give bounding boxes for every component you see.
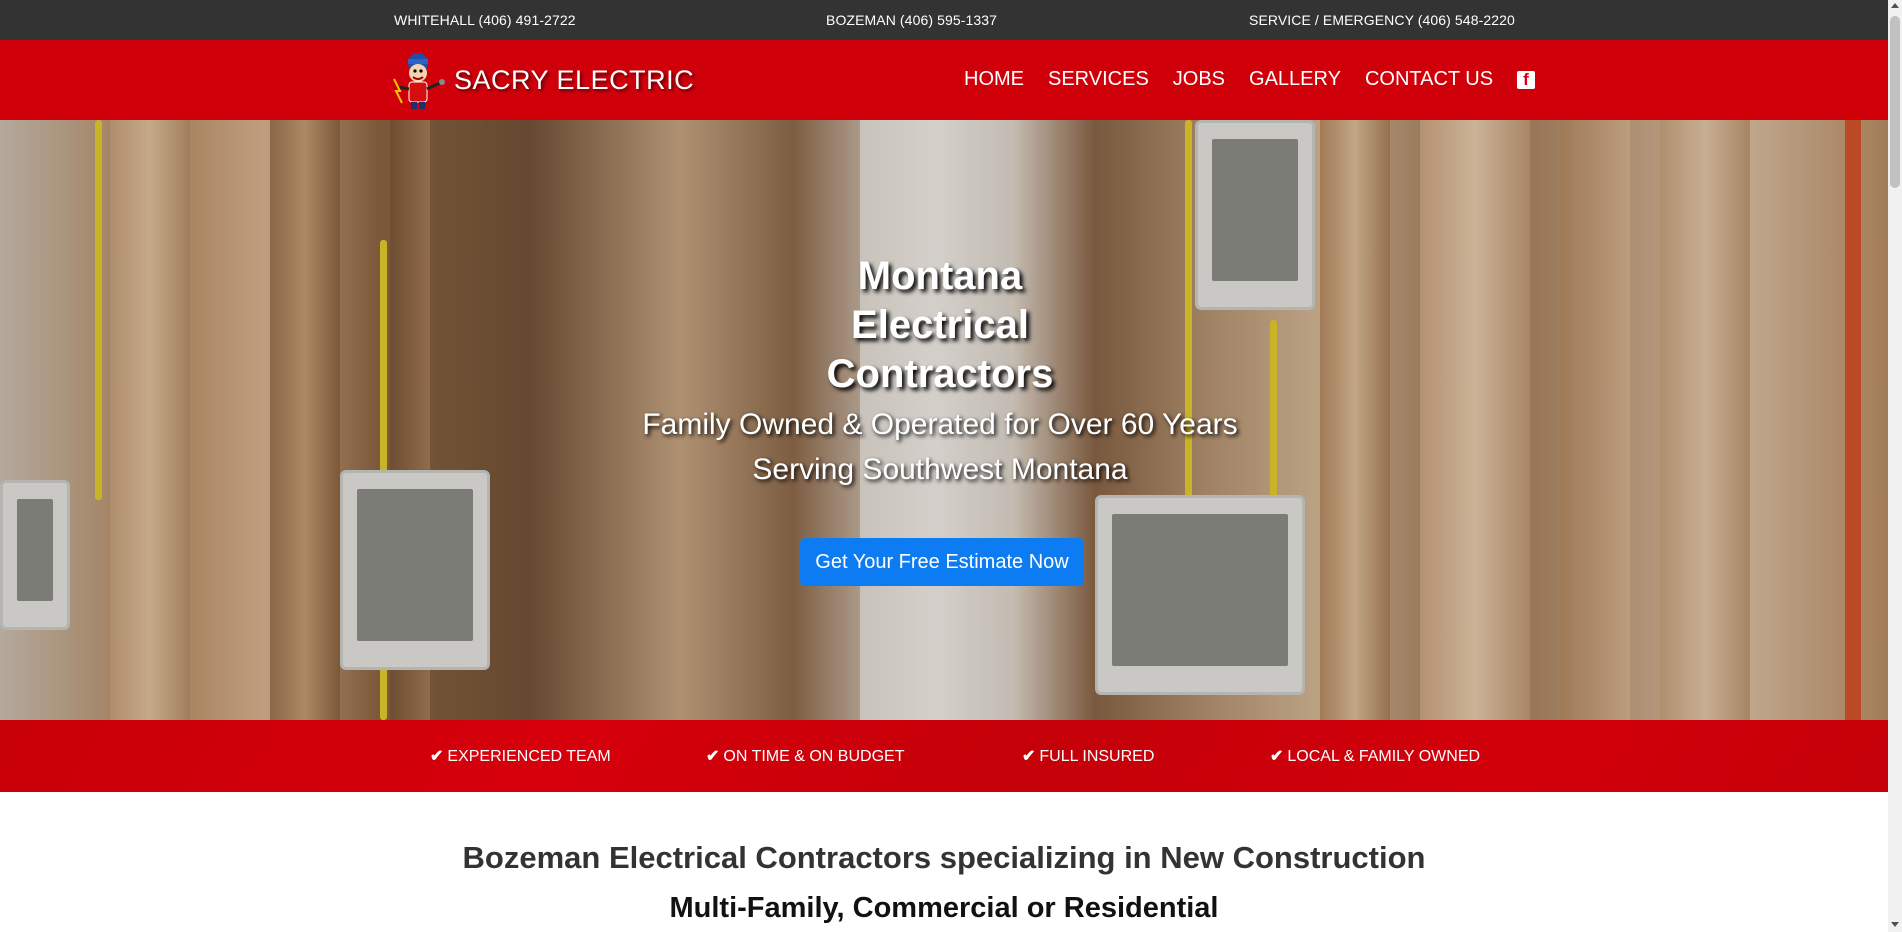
main-navbar: SACRY ELECTRIC HOME SERVICES JOBS GALLER… [0,40,1888,120]
hero-title: Montana Electrical Contractors [826,254,1054,396]
page: WHITEHALL (406) 491-2722 BOZEMAN (406) 5… [0,0,1888,932]
electrician-mascot-icon [393,53,445,109]
primary-nav: HOME SERVICES JOBS GALLERY CONTACT US [964,68,1536,91]
bozeman-phone-link[interactable]: BOZEMAN (406) 595-1337 [826,12,997,28]
checkmark-icon: ✔ [1022,748,1036,765]
hero-section: Montana Electrical Contractors Family Ow… [0,120,1888,720]
feature-label: FULL INSURED [1039,748,1155,765]
scroll-up-arrow-icon[interactable] [1891,3,1899,8]
facebook-icon[interactable] [1517,70,1536,90]
scrollbar-thumb[interactable] [1890,16,1900,188]
brand-name: SACRY ELECTRIC [454,64,695,95]
hero-subtitle-line2: Serving Southwest Montana [752,453,1128,486]
feature-label: ON TIME & ON BUDGET [723,748,905,765]
nav-gallery[interactable]: GALLERY [1249,68,1341,91]
intro-subtitle: Multi-Family, Commercial or Residential [669,892,1219,924]
feature-local-family-owned: ✔ LOCAL & FAMILY OWNED [1270,746,1480,766]
feature-label: EXPERIENCED TEAM [447,748,611,765]
feature-label: LOCAL & FAMILY OWNED [1287,748,1481,765]
brand-link[interactable]: SACRY ELECTRIC [390,49,694,111]
whitehall-phone-link[interactable]: WHITEHALL (406) 491-2722 [394,12,576,28]
checkmark-icon: ✔ [430,748,444,765]
nav-contact-us[interactable]: CONTACT US [1365,68,1493,91]
scroll-down-arrow-icon[interactable] [1891,922,1899,927]
hero-subtitle-line1: Family Owned & Operated for Over 60 Year… [642,408,1238,441]
intro-title: Bozeman Electrical Contractors specializ… [462,840,1426,875]
nav-services[interactable]: SERVICES [1048,68,1149,91]
nav-home[interactable]: HOME [964,68,1024,91]
feature-experienced-team: ✔ EXPERIENCED TEAM [430,746,611,766]
emergency-phone-link[interactable]: SERVICE / EMERGENCY (406) 548-2220 [1249,12,1515,28]
nav-jobs[interactable]: JOBS [1173,68,1225,91]
feature-full-insured: ✔ FULL INSURED [1022,746,1154,766]
checkmark-icon: ✔ [706,748,720,765]
page-scrollbar[interactable] [1888,0,1902,932]
top-contact-bar: WHITEHALL (406) 491-2722 BOZEMAN (406) 5… [0,0,1888,40]
free-estimate-button[interactable]: Get Your Free Estimate Now [800,538,1084,586]
features-strip: ✔ EXPERIENCED TEAM ✔ ON TIME & ON BUDGET ✔… [0,720,1888,792]
feature-on-time-budget: ✔ ON TIME & ON BUDGET [706,746,904,766]
checkmark-icon: ✔ [1270,748,1284,765]
